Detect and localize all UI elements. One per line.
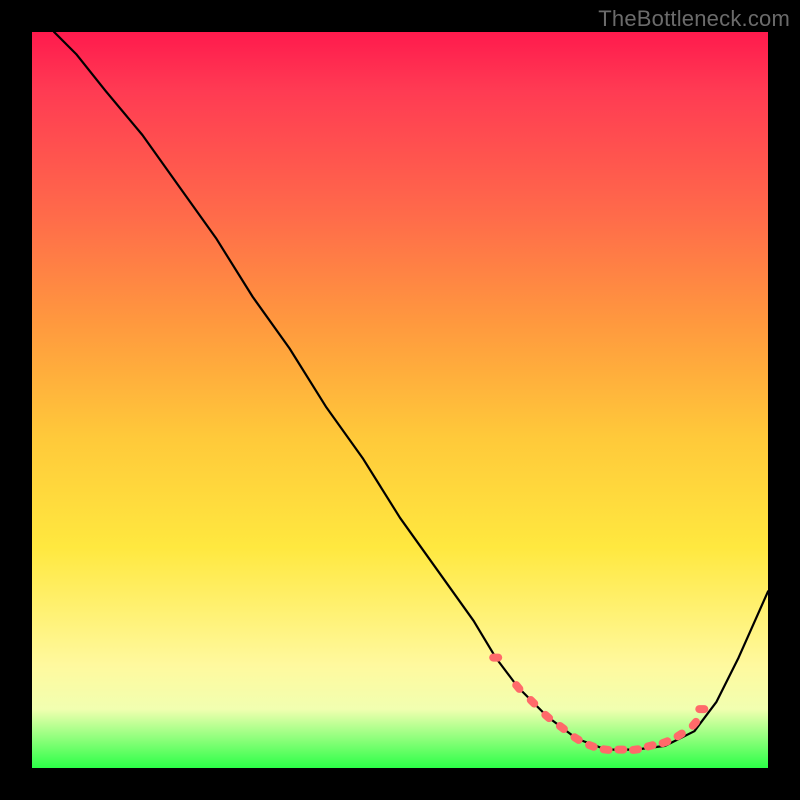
bottleneck-curve (54, 32, 768, 750)
valley-dot (599, 745, 613, 755)
valley-dots-group (489, 654, 708, 755)
valley-dot (643, 740, 658, 751)
valley-dot (614, 746, 627, 754)
valley-dot (695, 705, 708, 713)
valley-dot (687, 716, 702, 731)
plot-area (32, 32, 768, 768)
valley-dot (489, 654, 502, 662)
chart-frame: TheBottleneck.com (0, 0, 800, 800)
curve-svg (32, 32, 768, 768)
watermark-text: TheBottleneck.com (598, 6, 790, 32)
valley-dot (629, 745, 643, 755)
